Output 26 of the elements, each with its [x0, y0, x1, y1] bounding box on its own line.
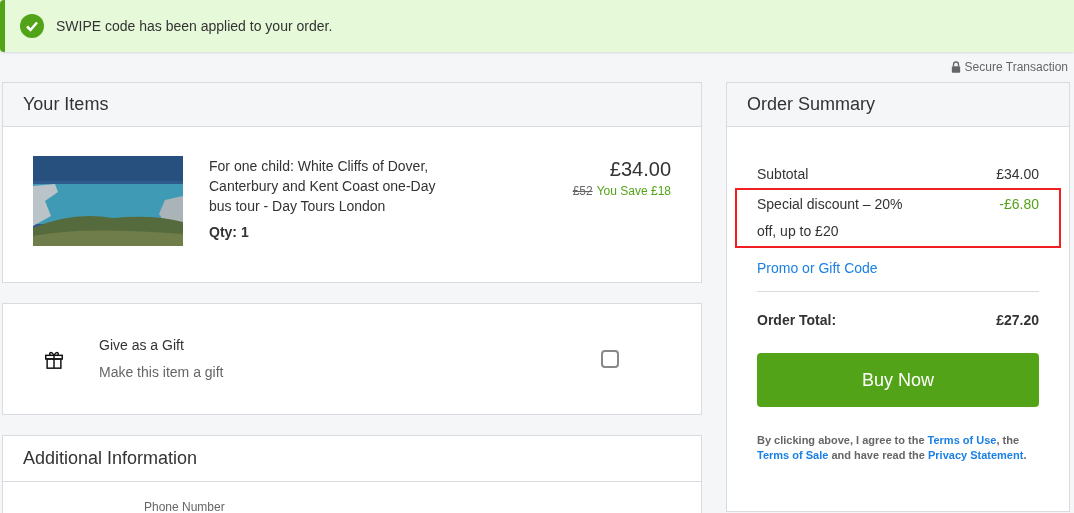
- summary-value: £34.00: [996, 165, 1039, 184]
- order-total-label: Order Total:: [757, 311, 837, 330]
- legal-text: By clicking above, I agree to the Terms of Use, the Terms of Sale and have read the Privacy Statement.: [757, 433, 1028, 463]
- item-title: For one child: White Cliffs of Dover, Canterbury and Kent Coast one-Day bus tour - Day Tours London: [209, 157, 437, 216]
- item-price: £34.00: [609, 157, 671, 182]
- card-title: Your Items: [23, 93, 109, 116]
- secure-transaction-label: Secure Transaction: [964, 59, 1068, 76]
- summary-value: -£6.80: [999, 195, 1039, 214]
- card-title: Order Summary: [747, 93, 876, 116]
- field-label: Phone Number: [144, 500, 225, 513]
- gift-title: Give as a Gift: [99, 336, 185, 355]
- order-total-value: £27.20: [996, 311, 1039, 330]
- gift-subtitle: Make this item a gift: [99, 363, 225, 382]
- original-price: £52: [572, 183, 593, 200]
- card-title: Additional Information: [23, 447, 198, 470]
- banner-message: SWIPE code has been applied to your order.: [56, 16, 333, 36]
- promo-code-link[interactable]: Promo or Gift Code: [757, 258, 1039, 279]
- buy-now-button[interactable]: Buy Now: [757, 353, 1039, 407]
- summary-label: Subtotal: [757, 165, 810, 184]
- savings-text: You Save £18: [596, 183, 671, 200]
- legal-link[interactable]: Terms of Sale: [757, 449, 829, 461]
- item-quantity: Qty: 1: [209, 223, 250, 242]
- summary-label: Special discount – 20% off, up to £20: [757, 195, 904, 241]
- check-icon: [20, 14, 44, 38]
- lock-icon: [950, 61, 961, 73]
- gift-checkbox[interactable]: [601, 350, 619, 368]
